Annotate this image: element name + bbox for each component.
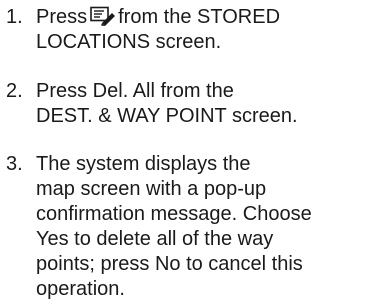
step-number: 2. <box>6 80 23 102</box>
step-line: Yes to delete all of the way <box>36 228 274 250</box>
step-text: The system displays the map screen with … <box>36 152 380 302</box>
step-line: confirmation message. Choose <box>36 203 312 225</box>
step-line: points; press No to cancel this <box>36 253 303 275</box>
step-text: Press from the STORED LOCATIONS screen. <box>36 5 380 55</box>
step-line: DEST. & WAY POINT screen. <box>36 105 298 127</box>
step-text-after-icon: from the STORED <box>118 6 281 28</box>
step-text: Press Del. All from the DEST. & WAY POIN… <box>36 79 380 129</box>
step-line: The system displays the <box>36 153 251 175</box>
step-line: LOCATIONS screen. <box>36 31 222 53</box>
edit-location-icon <box>90 6 116 26</box>
step-line: map screen with a pop-up <box>36 178 267 200</box>
step-number: 3. <box>6 153 23 175</box>
step-line: Press from the STORED <box>36 5 380 30</box>
step-line: Press Del. All from the <box>36 80 234 102</box>
step-number: 1. <box>6 6 23 28</box>
step-text-before-icon: Press <box>36 6 88 28</box>
step-line: operation. <box>36 278 125 300</box>
